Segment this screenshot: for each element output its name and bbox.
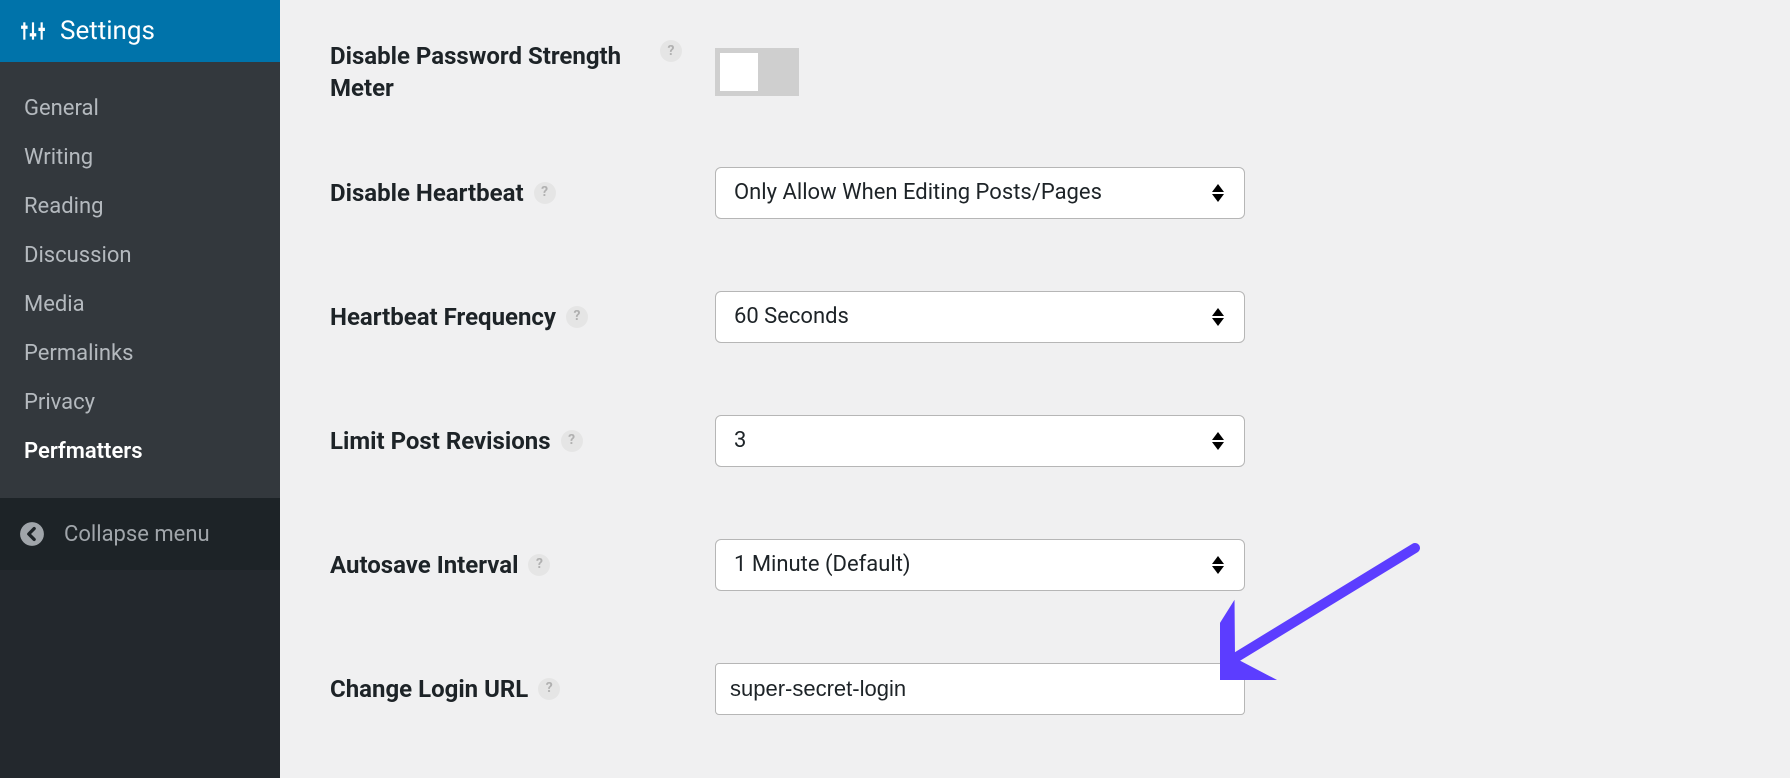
select-value: 3 (734, 428, 746, 453)
sidebar-item-permalinks[interactable]: Permalinks (0, 329, 280, 378)
sidebar-item-privacy[interactable]: Privacy (0, 378, 280, 427)
help-icon[interactable]: ? (528, 554, 550, 576)
label-text: Disable Password Strength Meter (330, 40, 650, 105)
label-change-login-url: Change Login URL ? (330, 673, 715, 705)
label-text: Disable Heartbeat (330, 177, 524, 209)
input-change-login-url[interactable] (715, 663, 1245, 715)
help-icon[interactable]: ? (534, 182, 556, 204)
select-limit-post-revisions[interactable]: 3 (715, 415, 1245, 467)
sidebar-submenu: General Writing Reading Discussion Media… (0, 62, 280, 498)
sidebar-item-media[interactable]: Media (0, 280, 280, 329)
select-caret-icon (1212, 430, 1226, 452)
select-disable-heartbeat[interactable]: Only Allow When Editing Posts/Pages (715, 167, 1245, 219)
row-autosave-interval: Autosave Interval ? 1 Minute (Default) (330, 539, 1720, 591)
sidebar-item-discussion[interactable]: Discussion (0, 231, 280, 280)
select-value: Only Allow When Editing Posts/Pages (734, 180, 1102, 205)
collapse-menu-button[interactable]: Collapse menu (0, 498, 280, 570)
toggle-disable-password-strength-meter[interactable] (715, 48, 799, 96)
help-icon[interactable]: ? (566, 306, 588, 328)
sidebar-item-reading[interactable]: Reading (0, 182, 280, 231)
collapse-menu-label: Collapse menu (64, 522, 210, 547)
settings-main-panel: Disable Password Strength Meter ? Disabl… (280, 0, 1790, 778)
select-autosave-interval[interactable]: 1 Minute (Default) (715, 539, 1245, 591)
help-icon[interactable]: ? (538, 678, 560, 700)
select-heartbeat-frequency[interactable]: 60 Seconds (715, 291, 1245, 343)
sidebar-filler (0, 570, 280, 778)
toggle-knob (720, 53, 758, 91)
settings-sliders-icon (20, 18, 46, 44)
label-disable-password-strength-meter: Disable Password Strength Meter ? (330, 40, 715, 105)
label-text: Change Login URL (330, 673, 528, 705)
label-text: Autosave Interval (330, 549, 518, 581)
row-disable-password-strength-meter: Disable Password Strength Meter ? (330, 40, 1720, 105)
sidebar-item-perfmatters[interactable]: Perfmatters (0, 427, 280, 476)
select-caret-icon (1212, 182, 1226, 204)
select-value: 60 Seconds (734, 304, 849, 329)
row-heartbeat-frequency: Heartbeat Frequency ? 60 Seconds (330, 291, 1720, 343)
label-limit-post-revisions: Limit Post Revisions ? (330, 425, 715, 457)
row-limit-post-revisions: Limit Post Revisions ? 3 (330, 415, 1720, 467)
row-change-login-url: Change Login URL ? (330, 663, 1720, 715)
sidebar-item-general[interactable]: General (0, 84, 280, 133)
sidebar-section-title: Settings (60, 16, 155, 46)
sidebar-item-writing[interactable]: Writing (0, 133, 280, 182)
label-disable-heartbeat: Disable Heartbeat ? (330, 177, 715, 209)
sidebar-section-settings[interactable]: Settings (0, 0, 280, 62)
admin-sidebar: Settings General Writing Reading Discuss… (0, 0, 280, 778)
select-value: 1 Minute (Default) (734, 552, 911, 577)
label-text: Limit Post Revisions (330, 425, 551, 457)
help-icon[interactable]: ? (660, 40, 682, 62)
select-caret-icon (1212, 306, 1226, 328)
select-caret-icon (1212, 554, 1226, 576)
label-text: Heartbeat Frequency (330, 301, 556, 333)
row-disable-heartbeat: Disable Heartbeat ? Only Allow When Edit… (330, 167, 1720, 219)
label-heartbeat-frequency: Heartbeat Frequency ? (330, 301, 715, 333)
collapse-arrow-icon (18, 520, 46, 548)
help-icon[interactable]: ? (561, 430, 583, 452)
label-autosave-interval: Autosave Interval ? (330, 549, 715, 581)
